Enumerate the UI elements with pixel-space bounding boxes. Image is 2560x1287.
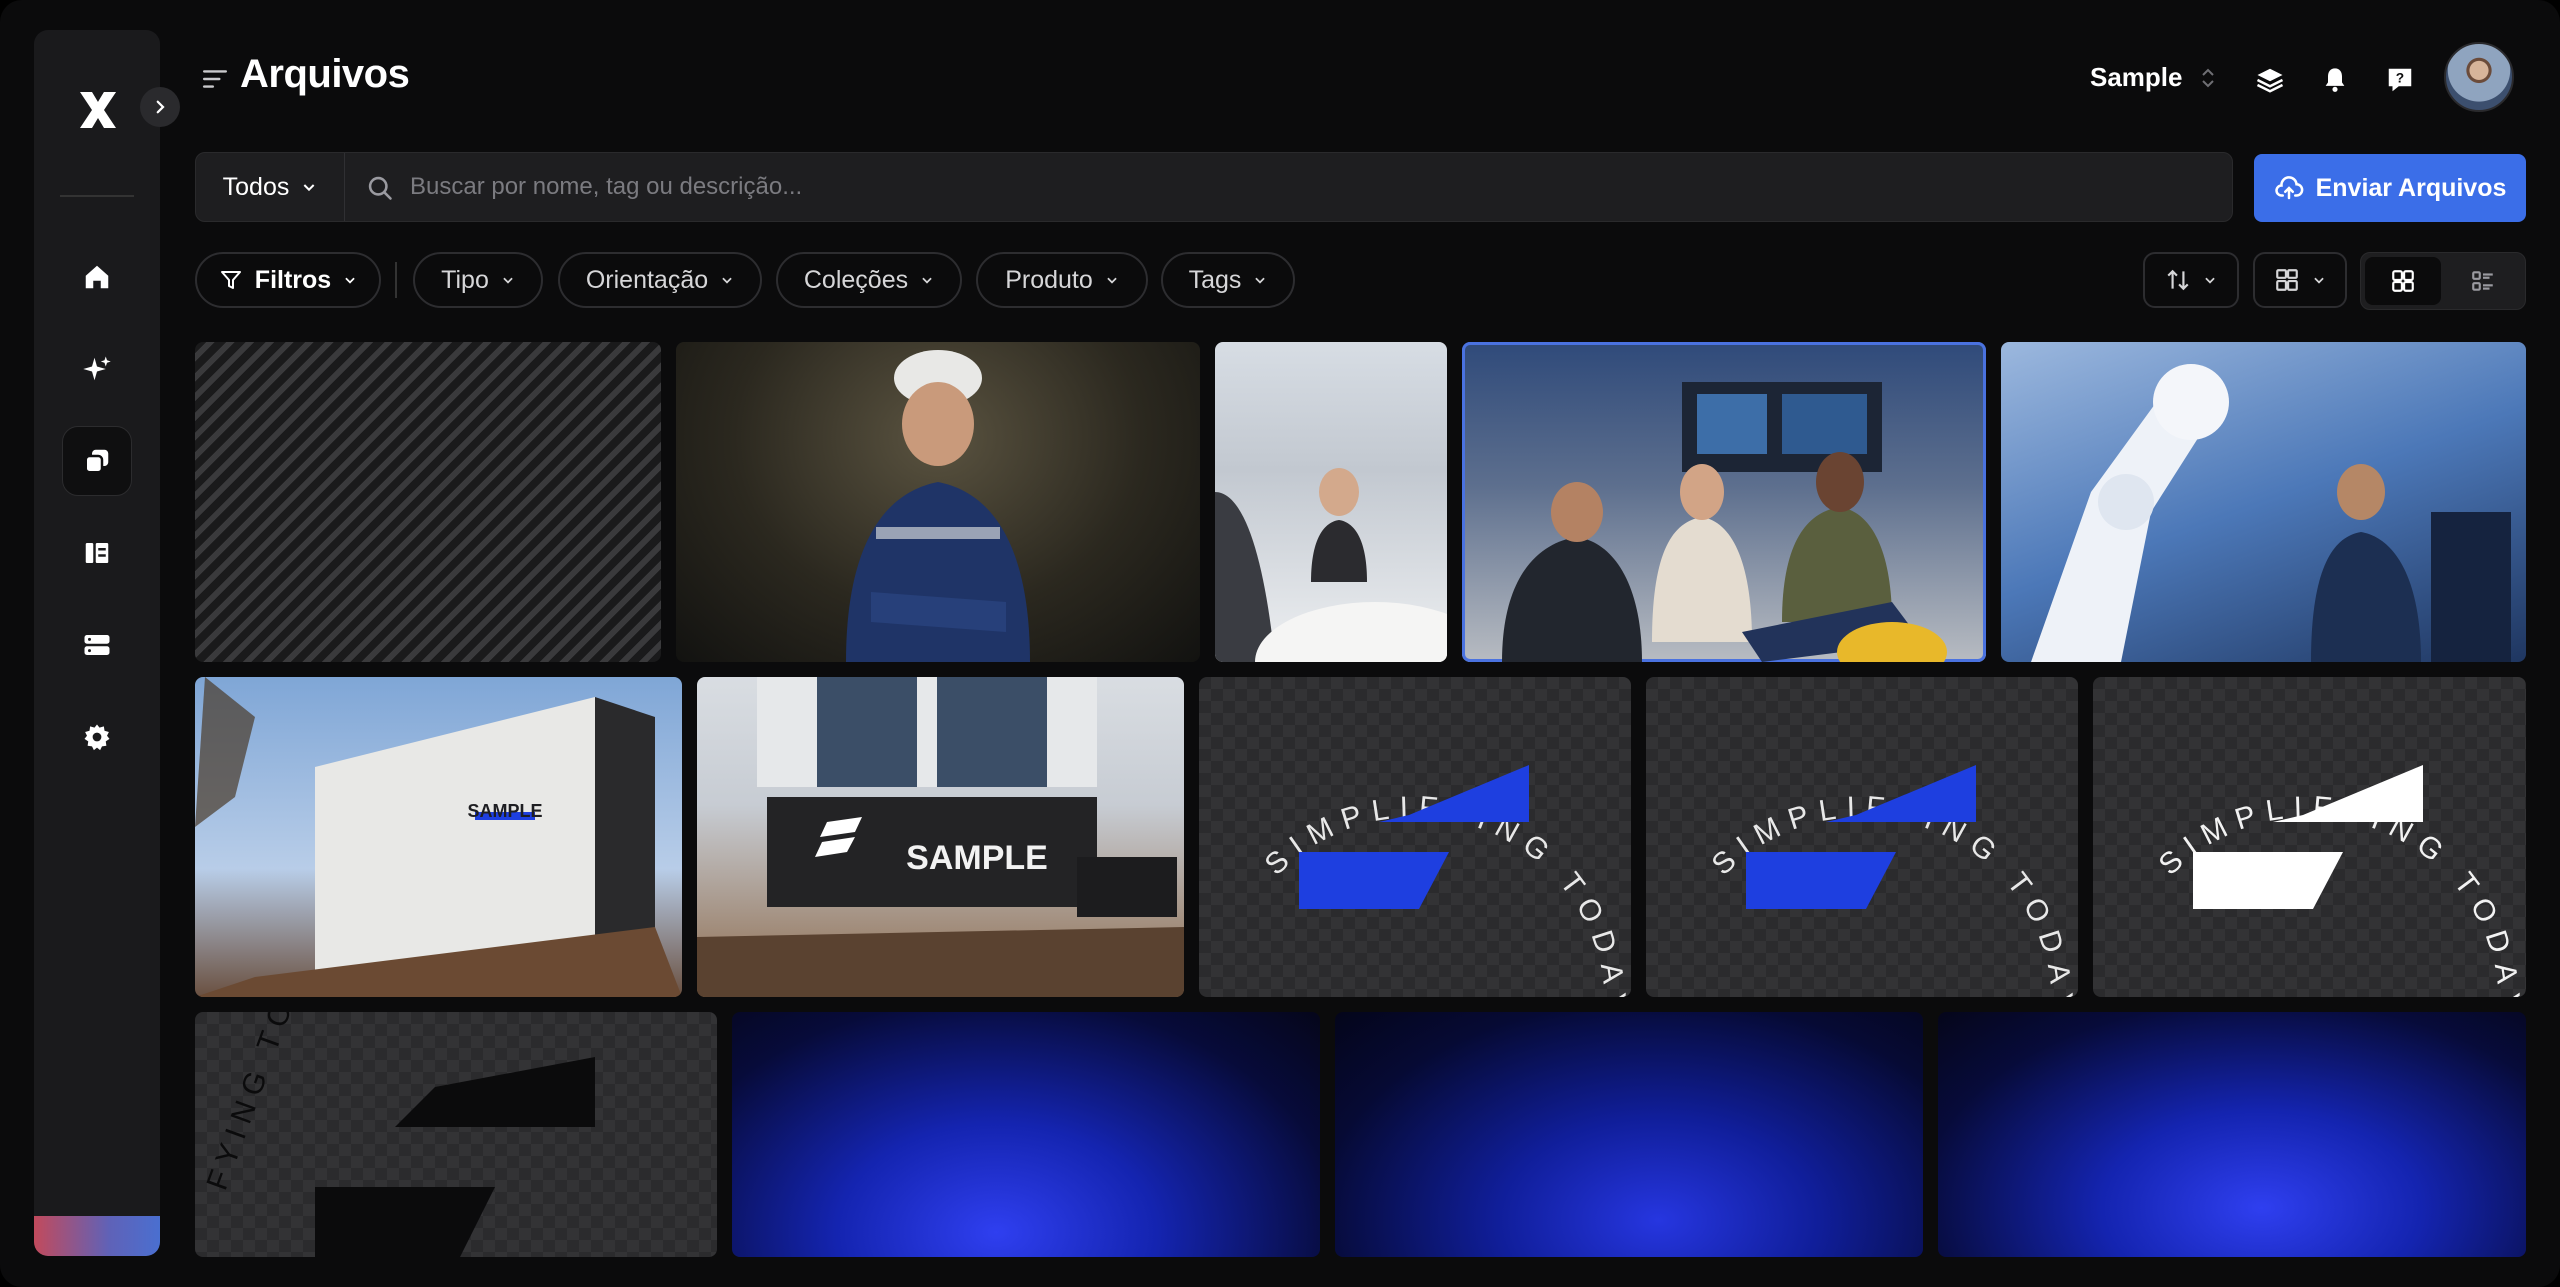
book-icon — [85, 543, 109, 563]
layout-density-button[interactable] — [2253, 252, 2347, 308]
filter-collections[interactable]: Coleções — [776, 252, 962, 308]
chevron-updown-icon[interactable] — [2200, 66, 2216, 90]
sparkles-icon — [83, 356, 111, 381]
asset-tile-worker-portrait[interactable] — [676, 342, 1200, 662]
server-icon — [84, 635, 110, 655]
sort-icon — [2167, 269, 2189, 291]
chevron-down-icon — [1107, 277, 1117, 284]
asset-tile-logo-badge-blue-2[interactable]: SIMPLIFYING TODAY | ENGINEERING T — [1646, 677, 2078, 997]
filters-label: Filtros — [254, 265, 332, 294]
asset-tile-gradient-3[interactable] — [1938, 1012, 2526, 1257]
layers-icon — [2256, 68, 2284, 93]
upload-button-label: Enviar Arquivos — [2315, 173, 2507, 202]
asset-tile-logo-badge-white[interactable]: SIMPLIFYING TODAY | ENGINEERING T — [2093, 677, 2526, 997]
filter-orientation[interactable]: Orientação — [558, 252, 762, 308]
logo-badge-white: SIMPLIFYING TODAY | ENGINEERING T — [2153, 765, 2515, 997]
chevron-down-icon — [503, 277, 513, 284]
search-icon — [368, 176, 392, 200]
scope-label: Todos — [222, 172, 290, 201]
filter-collections-label: Coleções — [803, 265, 909, 294]
notifications-button[interactable] — [2315, 60, 2355, 100]
sidebar-item-home[interactable] — [62, 242, 132, 312]
filter-tags-label: Tags — [1188, 265, 1242, 294]
layout-grid-icon — [2276, 269, 2298, 291]
filter-product-label: Produto — [1005, 265, 1093, 294]
workspace-selector[interactable]: Sample — [2090, 62, 2183, 93]
chevron-down-icon — [922, 277, 932, 284]
filter-divider — [395, 262, 397, 298]
building-photo: SAMPLE — [195, 677, 682, 997]
filter-icon — [220, 271, 241, 289]
meeting-photo — [1215, 468, 1447, 662]
asset-tile-gradient-1[interactable] — [732, 1012, 1320, 1257]
cloud-upload-icon — [2274, 176, 2303, 200]
building-sign-text: SAMPLE — [467, 801, 542, 821]
chevron-down-icon — [2314, 277, 2324, 284]
sidebar-footer-gradient — [34, 1216, 160, 1256]
sidebar-item-assets[interactable] — [62, 426, 132, 496]
asset-tile-sign-mockup[interactable]: SAMPLE — [697, 677, 1184, 997]
filter-type-label: Tipo — [441, 265, 489, 294]
sidebar-item-guidelines[interactable] — [62, 518, 132, 588]
solar-lab-photo — [1502, 382, 1947, 662]
chevron-down-icon — [2205, 277, 2215, 284]
search-bar: Todos — [195, 152, 2233, 222]
sidebar — [34, 30, 160, 1256]
upload-button[interactable]: Enviar Arquivos — [2254, 154, 2526, 222]
sort-button[interactable] — [2143, 252, 2239, 308]
asset-tile-logo-badge-blue[interactable]: SIMPLIFYING TODAY | ENGINEERING T — [1199, 677, 1631, 997]
layers-button[interactable] — [2250, 60, 2290, 100]
view-toggle — [2360, 252, 2526, 310]
sidebar-item-settings[interactable] — [62, 702, 132, 772]
assets-icon — [84, 449, 109, 474]
help-button[interactable]: ? — [2380, 60, 2420, 100]
scope-select[interactable]: Todos — [196, 153, 345, 221]
bell-icon — [2325, 68, 2345, 92]
filter-orientation-label: Orientação — [585, 265, 709, 294]
asset-tile-solar-lab[interactable] — [1462, 342, 1986, 662]
sidebar-divider — [60, 195, 134, 197]
asset-tile-pattern[interactable] — [195, 342, 661, 662]
app-window: Arquivos Sample ? Todos Enviar Arquivos … — [0, 0, 2560, 1287]
grid-icon — [2392, 270, 2414, 292]
gear-icon — [84, 724, 110, 751]
chevron-down-icon — [722, 277, 732, 284]
grid-view-button[interactable] — [2365, 257, 2441, 305]
avatar[interactable] — [2444, 42, 2514, 112]
logo-badge-black: FYING TO ENGINEER — [201, 1012, 595, 1257]
home-icon — [85, 265, 109, 289]
asset-tile-robot-arm[interactable] — [2001, 342, 2526, 662]
menu-icon[interactable] — [202, 66, 228, 92]
sign-photo: SAMPLE — [697, 677, 1184, 997]
logo-badge-blue-2: SIMPLIFYING TODAY | ENGINEERING T — [1706, 765, 2068, 997]
svg-text:?: ? — [2396, 71, 2404, 86]
chevron-down-icon — [1255, 277, 1266, 284]
logo-badge-blue: SIMPLIFYING TODAY | ENGINEERING T — [1259, 765, 1621, 997]
filter-product[interactable]: Produto — [976, 252, 1148, 308]
chevron-down-icon — [303, 184, 315, 192]
list-icon — [2472, 271, 2493, 291]
asset-tile-meeting[interactable] — [1215, 342, 1447, 662]
filter-tags[interactable]: Tags — [1161, 252, 1295, 308]
asset-tile-logo-badge-black[interactable]: FYING TO ENGINEER — [195, 1012, 717, 1257]
circular-badge-text-partial: FYING TO ENGINEER — [201, 1012, 383, 1194]
worker-photo — [846, 350, 1030, 662]
help-chat-icon: ? — [2388, 68, 2412, 92]
filter-type[interactable]: Tipo — [413, 252, 543, 308]
asset-tile-building-facade[interactable]: SAMPLE — [195, 677, 682, 997]
asset-tile-gradient-2[interactable] — [1335, 1012, 1923, 1257]
page-title: Arquivos — [240, 52, 410, 96]
sidebar-item-ai[interactable] — [62, 334, 132, 404]
chevron-right-icon — [156, 100, 165, 114]
app-logo[interactable] — [76, 88, 120, 132]
sidebar-item-storage[interactable] — [62, 610, 132, 680]
filters-button[interactable]: Filtros — [195, 252, 381, 308]
robot-arm-photo — [2031, 364, 2511, 662]
sign-text: SAMPLE — [906, 839, 1048, 877]
search-input[interactable] — [408, 163, 2192, 211]
chevron-down-icon — [345, 277, 355, 284]
sidebar-toggle-button[interactable] — [140, 87, 180, 127]
list-view-button[interactable] — [2445, 257, 2521, 305]
